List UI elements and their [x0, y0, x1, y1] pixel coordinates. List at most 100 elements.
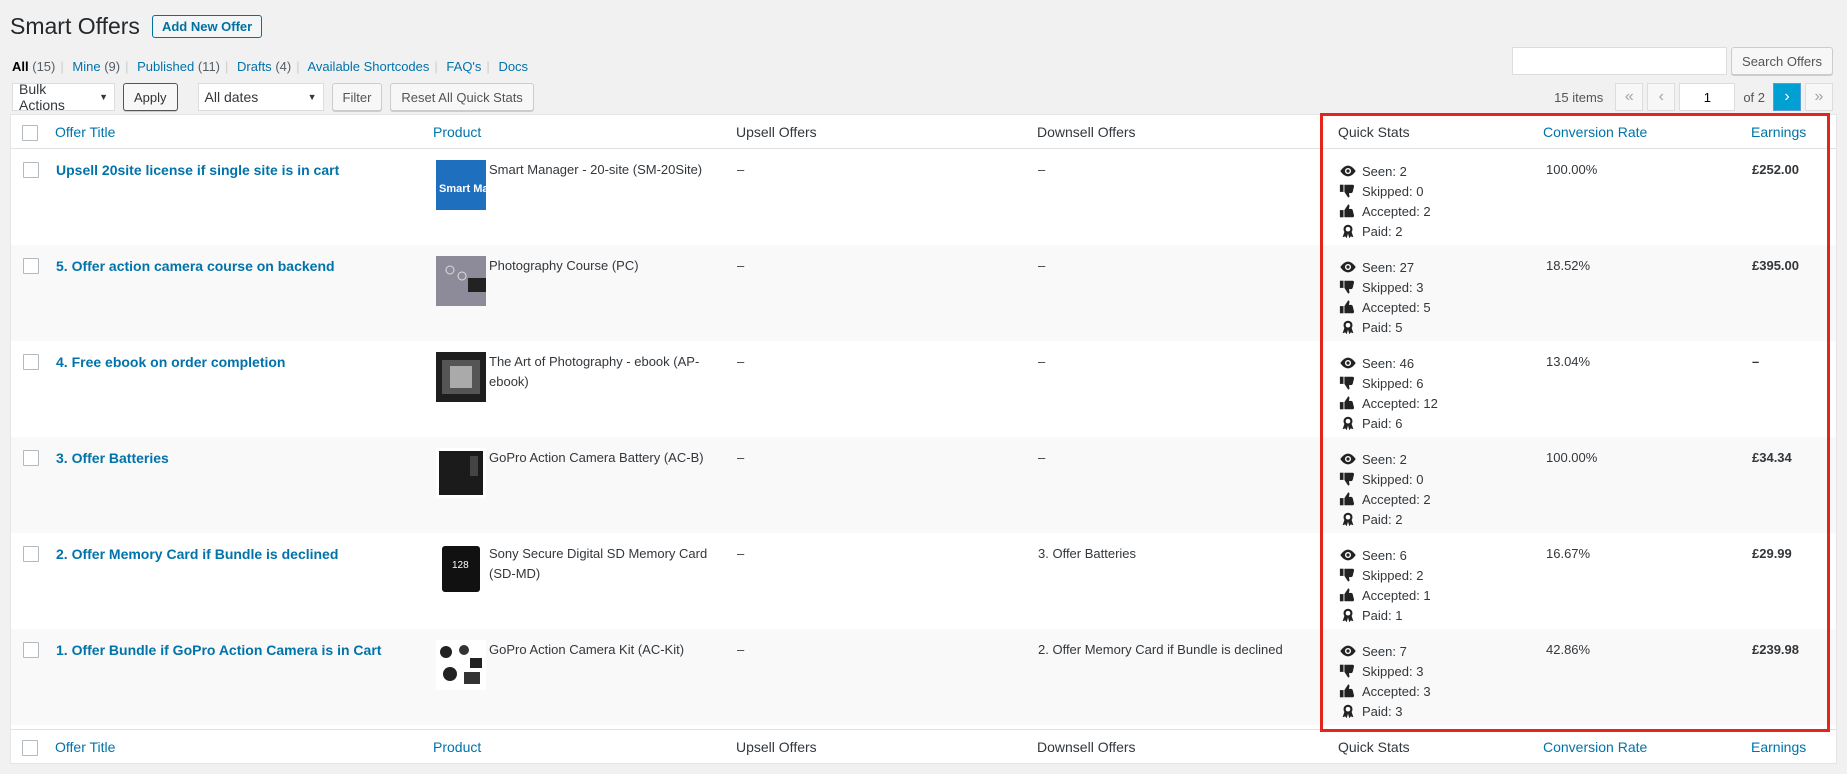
quick-stats: Seen: 2 Skipped: 0 Accepted: 2 Paid: 2 — [1339, 449, 1431, 529]
product-name: Photography Course (PC) — [489, 258, 639, 273]
conversion-rate-value: 13.04% — [1546, 354, 1591, 369]
seen-count: Seen: 6 — [1362, 547, 1407, 563]
skipped-count: Skipped: 3 — [1362, 279, 1424, 295]
prev-page-button[interactable]: ‹ — [1647, 83, 1676, 111]
upsell-offers-value: – — [737, 162, 745, 177]
accepted-count: Accepted: 3 — [1362, 683, 1431, 699]
award-icon — [1342, 608, 1354, 623]
row-checkbox[interactable] — [23, 354, 39, 370]
svg-text:Smart Manager: Smart Manager — [439, 183, 486, 195]
table-row: 3. Offer Batteries GoPro Action Camera Ba… — [11, 437, 1836, 533]
conversion-rate-value: 100.00% — [1546, 162, 1598, 177]
thumbs-down-icon — [1339, 280, 1355, 294]
thumbs-up-icon — [1339, 492, 1355, 506]
paid-count: Paid: 5 — [1362, 319, 1403, 335]
column-product[interactable]: Product — [433, 739, 481, 755]
row-checkbox[interactable] — [23, 450, 39, 466]
earnings-value: £395.00 — [1752, 258, 1799, 273]
award-icon — [1342, 704, 1354, 719]
seen-count: Seen: 27 — [1362, 259, 1415, 275]
column-offer-title[interactable]: Offer Title — [55, 124, 115, 140]
column-conversion-rate[interactable]: Conversion Rate — [1543, 124, 1647, 140]
bulk-actions-select[interactable]: Bulk Actions ▼ — [12, 81, 115, 113]
award-icon — [1342, 224, 1354, 239]
quick-stats: Seen: 7 Skipped: 3 Accepted: 3 Paid: 3 — [1339, 641, 1431, 721]
view-all-link[interactable]: All — [12, 59, 29, 74]
column-earnings[interactable]: Earnings — [1751, 739, 1806, 755]
page-title: Smart Offers — [10, 13, 140, 39]
view-mine-link[interactable]: Mine — [72, 59, 100, 74]
search-box: Search Offers — [1512, 47, 1833, 75]
column-product[interactable]: Product — [433, 124, 481, 140]
dates-select[interactable]: All dates ▼ — [197, 83, 324, 111]
earnings-value: – — [1752, 354, 1760, 369]
accepted-count: Accepted: 1 — [1362, 587, 1431, 603]
add-new-offer-button[interactable]: Add New Offer — [151, 15, 263, 38]
table-footer: Offer Title Product Upsell Offers Downse… — [11, 729, 1836, 763]
offer-title-link[interactable]: 3. Offer Batteries — [56, 448, 386, 468]
offer-title-link[interactable]: Upsell 20site license if single site is … — [56, 160, 386, 180]
earnings-value: £34.34 — [1752, 450, 1792, 465]
thumbs-up-icon — [1339, 204, 1355, 218]
earnings-value: £239.98 — [1752, 642, 1799, 657]
filter-button[interactable]: Filter — [331, 83, 383, 111]
thumbs-up-icon — [1339, 396, 1355, 410]
product-name: GoPro Action Camera Kit (AC-Kit) — [489, 642, 685, 657]
offer-title-link[interactable]: 1. Offer Bundle if GoPro Action Camera i… — [56, 640, 386, 660]
select-all-checkbox-footer[interactable] — [22, 740, 38, 756]
current-page-input[interactable] — [1679, 83, 1736, 111]
accepted-count: Accepted: 2 — [1362, 203, 1431, 219]
reset-quick-stats-button[interactable]: Reset All Quick Stats — [390, 83, 534, 111]
thumbs-up-icon — [1339, 588, 1355, 602]
accepted-count: Accepted: 2 — [1362, 491, 1431, 507]
product-thumbnail — [436, 352, 486, 402]
quick-stats: Seen: 46 Skipped: 6 Accepted: 12 Paid: 6 — [1339, 353, 1438, 433]
view-published-link[interactable]: Published — [137, 59, 194, 74]
skipped-count: Skipped: 3 — [1362, 663, 1424, 679]
product-name: Sony Secure Digital SD Memory Card (SD-M… — [489, 546, 708, 581]
eye-icon — [1340, 357, 1356, 369]
last-page-button[interactable]: » — [1805, 83, 1833, 111]
search-offers-button[interactable]: Search Offers — [1731, 47, 1833, 75]
column-quick-stats: Quick Stats — [1338, 739, 1410, 755]
earnings-value: £29.99 — [1752, 546, 1792, 561]
downsell-offers-value: – — [1038, 258, 1046, 273]
paid-count: Paid: 3 — [1362, 703, 1403, 719]
table-row: 5. Offer action camera course on backend… — [11, 245, 1836, 341]
upsell-offers-value: – — [737, 450, 745, 465]
docs-link[interactable]: Docs — [498, 59, 528, 74]
row-checkbox[interactable] — [23, 546, 39, 562]
offer-title-link[interactable]: 5. Offer action camera course on backend — [56, 256, 386, 276]
quick-stats: Seen: 2 Skipped: 0 Accepted: 2 Paid: 2 — [1339, 161, 1431, 241]
next-page-button[interactable]: › — [1773, 83, 1801, 111]
faqs-link[interactable]: FAQ's — [446, 59, 481, 74]
column-upsell: Upsell Offers — [736, 124, 817, 140]
search-input[interactable] — [1512, 47, 1728, 75]
accepted-count: Accepted: 12 — [1362, 395, 1438, 411]
row-checkbox[interactable] — [23, 162, 39, 178]
first-page-button[interactable]: « — [1615, 83, 1644, 111]
thumbs-down-icon — [1339, 184, 1355, 198]
column-earnings[interactable]: Earnings — [1751, 124, 1806, 140]
column-offer-title[interactable]: Offer Title — [55, 739, 115, 755]
skipped-count: Skipped: 2 — [1362, 567, 1424, 583]
row-checkbox[interactable] — [23, 642, 39, 658]
product-thumbnail: 128 — [436, 544, 486, 594]
row-checkbox[interactable] — [23, 258, 39, 274]
column-conversion-rate[interactable]: Conversion Rate — [1543, 739, 1647, 755]
paid-count: Paid: 2 — [1362, 511, 1403, 527]
select-all-checkbox[interactable] — [22, 125, 38, 141]
available-shortcodes-link[interactable]: Available Shortcodes — [308, 59, 430, 74]
view-drafts-link[interactable]: Drafts — [237, 59, 272, 74]
upsell-offers-value: – — [737, 546, 745, 561]
offer-title-link[interactable]: 4. Free ebook on order completion — [56, 352, 386, 372]
seen-count: Seen: 2 — [1362, 163, 1407, 179]
offer-title-link[interactable]: 2. Offer Memory Card if Bundle is declin… — [56, 544, 386, 564]
seen-count: Seen: 7 — [1362, 643, 1407, 659]
quick-stats: Seen: 27 Skipped: 3 Accepted: 5 Paid: 5 — [1339, 257, 1431, 337]
product-thumbnail — [436, 448, 486, 498]
apply-button[interactable]: Apply — [123, 83, 178, 111]
column-quick-stats: Quick Stats — [1338, 124, 1410, 140]
award-icon — [1342, 512, 1354, 527]
downsell-offers-value: – — [1038, 450, 1046, 465]
